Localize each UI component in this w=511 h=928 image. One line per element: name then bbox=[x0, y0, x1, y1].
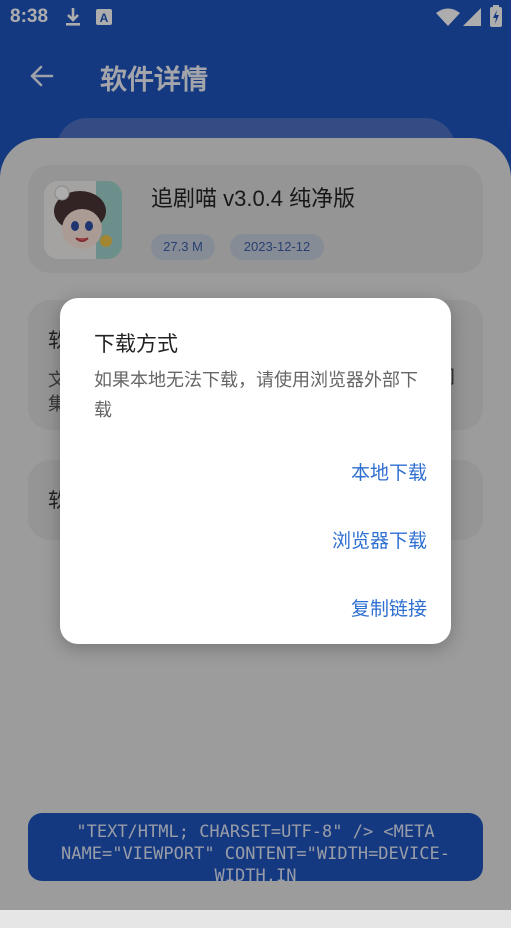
download-method-dialog: 下载方式 如果本地无法下载，请使用浏览器外部下载 本地下载 浏览器下载 复制链接 bbox=[60, 298, 451, 644]
local-download-button[interactable]: 本地下载 bbox=[351, 458, 427, 485]
copy-link-button[interactable]: 复制链接 bbox=[351, 594, 427, 621]
browser-download-button[interactable]: 浏览器下载 bbox=[332, 526, 427, 553]
dialog-title: 下载方式 bbox=[94, 332, 178, 356]
dialog-message: 如果本地无法下载，请使用浏览器外部下载 bbox=[94, 370, 418, 421]
